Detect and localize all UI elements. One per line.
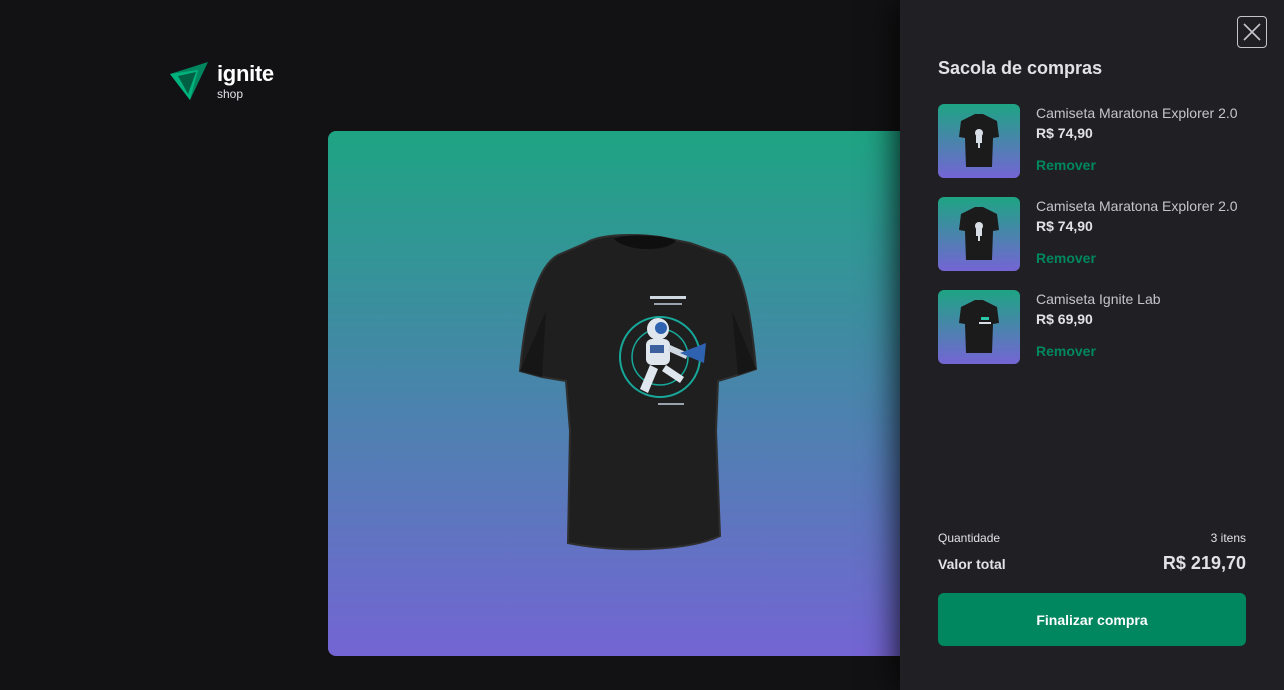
- total-row: Valor total R$ 219,70: [938, 553, 1246, 574]
- quantity-label: Quantidade: [938, 531, 1001, 545]
- cart-list: Camiseta Maratona Explorer 2.0 R$ 74,90 …: [938, 104, 1246, 383]
- cart-item-info: Camiseta Maratona Explorer 2.0 R$ 74,90 …: [1036, 104, 1246, 178]
- cart-item-info: Camiseta Ignite Lab R$ 69,90 Remover: [1036, 290, 1246, 364]
- cart-item-price: R$ 74,90: [1036, 218, 1093, 234]
- cart-summary: Quantidade 3 itens Valor total R$ 219,70: [938, 531, 1246, 574]
- page: ignite shop Sacola de compras Camiseta M…: [0, 0, 1284, 690]
- cart-item: Camiseta Maratona Explorer 2.0 R$ 74,90 …: [938, 104, 1246, 178]
- quantity-value: 3 itens: [1210, 531, 1246, 545]
- logo-text: ignite shop: [217, 60, 274, 101]
- cart-item-name: Camiseta Maratona Explorer 2.0: [1036, 198, 1238, 214]
- total-label: Valor total: [938, 556, 1006, 572]
- cart-item-name: Camiseta Ignite Lab: [1036, 291, 1161, 307]
- total-value: R$ 219,70: [1162, 553, 1246, 573]
- remove-button[interactable]: Remover: [1036, 157, 1096, 173]
- logo[interactable]: ignite shop: [168, 60, 274, 102]
- cart-drawer: Sacola de compras Camiseta Maratona Expl…: [900, 0, 1284, 690]
- cart-item-thumbnail: [938, 290, 1020, 364]
- cart-item: Camiseta Ignite Lab R$ 69,90 Remover: [938, 290, 1246, 364]
- cart-item-info: Camiseta Maratona Explorer 2.0 R$ 74,90 …: [1036, 197, 1246, 271]
- quantity-row: Quantidade 3 itens: [938, 531, 1246, 545]
- close-icon: [1243, 23, 1261, 41]
- remove-button[interactable]: Remover: [1036, 343, 1096, 359]
- cart-item-name: Camiseta Maratona Explorer 2.0: [1036, 105, 1238, 121]
- remove-button[interactable]: Remover: [1036, 250, 1096, 266]
- tshirt-icon: [959, 114, 999, 167]
- cart-item-price: R$ 74,90: [1036, 125, 1093, 141]
- ignite-logo-icon: [170, 62, 208, 100]
- logo-sub: shop: [217, 86, 244, 101]
- product-image: [328, 131, 948, 656]
- checkout-button[interactable]: Finalizar compra: [938, 593, 1246, 646]
- cart-item-thumbnail: [938, 104, 1020, 178]
- close-button[interactable]: [1237, 16, 1267, 48]
- cart-item-thumbnail: [938, 197, 1020, 271]
- cart-item-price: R$ 69,90: [1036, 311, 1093, 327]
- tshirt-icon: [959, 300, 999, 353]
- cart-item: Camiseta Maratona Explorer 2.0 R$ 74,90 …: [938, 197, 1246, 271]
- logo-name: ignite: [217, 60, 274, 86]
- tshirt-icon: [959, 207, 999, 260]
- cart-title: Sacola de compras: [938, 58, 1103, 78]
- tshirt-image-icon: [518, 234, 758, 551]
